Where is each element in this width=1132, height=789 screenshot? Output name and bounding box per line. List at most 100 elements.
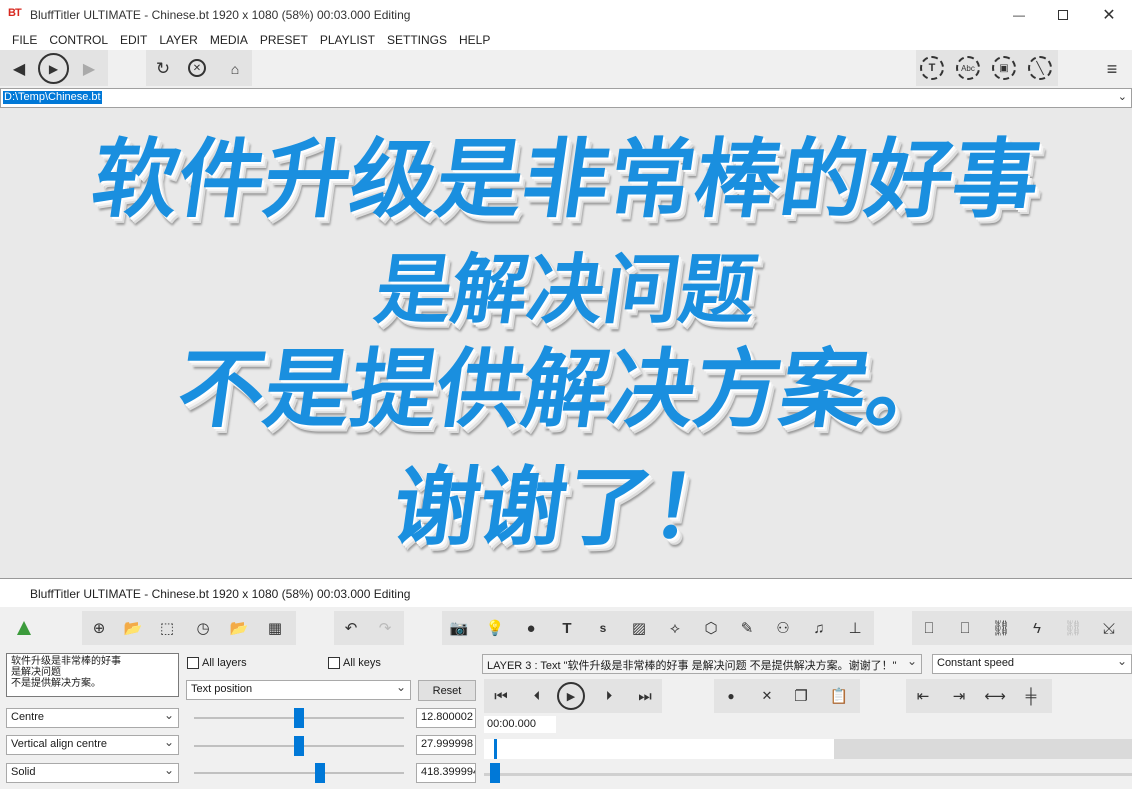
path-icon[interactable]: ⟡ xyxy=(660,611,690,645)
collapse-icon[interactable]: ⤩ xyxy=(1094,611,1124,645)
brush-icon[interactable]: ╲ xyxy=(1028,56,1052,80)
copy-icon[interactable]: ❐ xyxy=(786,679,816,713)
property-select[interactable]: Text position xyxy=(186,680,411,700)
style-select[interactable]: Solid xyxy=(6,763,179,783)
menu-media[interactable]: MEDIA xyxy=(204,33,254,47)
stop-icon[interactable]: ✕ xyxy=(188,59,206,77)
image-icon[interactable]: ▨ xyxy=(624,611,654,645)
paste-icon[interactable]: 📋 xyxy=(824,679,854,713)
skip-to-end-icon[interactable]: ⏭ xyxy=(630,679,660,713)
menu-layer[interactable]: LAYER xyxy=(153,33,203,47)
browser-group: ↻ ✕ ⌂ xyxy=(146,50,252,86)
keys-track[interactable] xyxy=(484,773,1132,776)
mark-in-icon[interactable]: ⇤ xyxy=(908,679,938,713)
y-slider-thumb[interactable] xyxy=(294,736,304,756)
music-icon[interactable]: ♫ xyxy=(804,611,834,645)
unlink-icon[interactable]: ⛓ xyxy=(1058,611,1088,645)
link-icon[interactable]: ⛓ xyxy=(986,611,1016,645)
panel-toolbar: ▲ ⊕ 📂 ⬚ ◷ 📂 ▦ ↶ ↷ 📷 💡 ● T s ▨ ⟡ ⬡ ✎ ⚇ ♫ … xyxy=(0,609,1132,649)
maximize-button[interactable] xyxy=(1040,0,1086,30)
back-icon[interactable]: ◀ xyxy=(8,58,30,80)
render-preview[interactable]: 软件升级是非常棒的好事 是解决问题 不是提供解决方案。 谢谢了！ xyxy=(0,108,1132,578)
delete-key-icon[interactable]: ✕ xyxy=(752,679,782,713)
y-value-field[interactable]: 27.999998 xyxy=(416,735,476,755)
play-icon[interactable]: ▶ xyxy=(557,682,585,710)
undo-icon[interactable]: ↶ xyxy=(336,611,366,645)
text-content-box[interactable]: 软件升级是非常棒的好事 是解决问题 不是提供解决方案。 xyxy=(6,653,179,697)
home-icon[interactable]: ⌂ xyxy=(224,58,246,80)
menu-control[interactable]: CONTROL xyxy=(43,33,114,47)
redo-icon[interactable]: ↷ xyxy=(370,611,400,645)
step-forward-icon[interactable]: ⏵ xyxy=(594,679,624,713)
layer-select[interactable]: LAYER 3 : Text "软件升级是非常棒的好事 是解决问题 不是提供解决… xyxy=(482,654,922,674)
reset-button[interactable]: Reset xyxy=(418,680,476,701)
record-icon[interactable]: ● xyxy=(716,679,746,713)
window-title: BluffTitler ULTIMATE - Chinese.bt 1920 x… xyxy=(30,8,411,22)
z-slider-track[interactable] xyxy=(194,772,404,774)
address-path[interactable]: D:\Temp\Chinese.bt xyxy=(3,91,102,104)
pencil-icon[interactable]: ✎ xyxy=(732,611,762,645)
open-folder-icon[interactable]: 📂 xyxy=(118,611,148,645)
timeline-cursor[interactable] xyxy=(494,739,497,759)
menu-preset[interactable]: PRESET xyxy=(254,33,314,47)
align-select[interactable]: Centre xyxy=(6,708,179,728)
speed-select-value: Constant speed xyxy=(937,657,1015,669)
cube-icon[interactable]: ⬡ xyxy=(696,611,726,645)
menu-bar: FILE CONTROL EDIT LAYER MEDIA PRESET PLA… xyxy=(0,30,1132,50)
step-back-icon[interactable]: ⏴ xyxy=(522,679,552,713)
all-layers-checkbox[interactable]: All layers xyxy=(187,657,247,669)
main-toolbar: ◀ ▶ ▶ ↻ ✕ ⌂ T Abc ▣ ╲ ≡ xyxy=(0,50,1132,88)
keys-slider-thumb[interactable] xyxy=(490,763,500,783)
layer-down-icon[interactable]: ⎕ xyxy=(950,611,980,645)
camera-icon[interactable]: 📷 xyxy=(444,611,474,645)
text-layer-icon[interactable]: T xyxy=(920,56,944,80)
particles-icon[interactable]: ● xyxy=(516,611,546,645)
z-value-field[interactable]: 418.399994 xyxy=(416,763,476,783)
all-keys-checkbox[interactable]: All keys xyxy=(328,657,381,669)
history-group: ↶ ↷ xyxy=(334,611,404,645)
address-bar[interactable]: D:\Temp\Chinese.bt ⌄ xyxy=(0,88,1132,108)
menu-file[interactable]: FILE xyxy=(6,33,43,47)
clock-icon[interactable]: ◷ xyxy=(188,611,218,645)
hamburger-menu-icon[interactable]: ≡ xyxy=(1098,58,1126,80)
shapes-icon[interactable]: ⚇ xyxy=(768,611,798,645)
mark-out-icon[interactable]: ⇥ xyxy=(944,679,974,713)
refresh-icon[interactable]: ↻ xyxy=(152,58,174,80)
timeline-track[interactable] xyxy=(484,739,1132,759)
menu-settings[interactable]: SETTINGS xyxy=(381,33,453,47)
menu-playlist[interactable]: PLAYLIST xyxy=(314,33,381,47)
menu-edit[interactable]: EDIT xyxy=(114,33,153,47)
timeline-range xyxy=(834,739,1132,759)
transport-group: ⏮ ⏴ ▶ ⏵ ⏭ xyxy=(484,679,662,713)
effect-icon[interactable]: ϟ xyxy=(1022,611,1052,645)
checkbox-box[interactable] xyxy=(187,657,199,669)
vertical-align-select[interactable]: Vertical align centre xyxy=(6,735,179,755)
film-icon[interactable]: ▦ xyxy=(260,611,290,645)
range-group: ⇤ ⇥ ⟷ ╪ xyxy=(906,679,1052,713)
light-icon[interactable]: 💡 xyxy=(480,611,510,645)
forward-icon[interactable]: ▶ xyxy=(78,58,100,80)
text-icon[interactable]: T xyxy=(552,611,582,645)
audio-level-icon[interactable]: ⊥ xyxy=(840,611,870,645)
close-button[interactable]: ✕ xyxy=(1086,0,1132,30)
crop-icon[interactable]: ⬚ xyxy=(152,611,182,645)
minimize-button[interactable]: — xyxy=(996,0,1042,30)
skip-to-start-icon[interactable]: ⏮ xyxy=(486,679,516,713)
split-icon[interactable]: ╪ xyxy=(1016,679,1046,713)
checkbox-box[interactable] xyxy=(328,657,340,669)
z-slider-thumb[interactable] xyxy=(315,763,325,783)
import-folder-icon[interactable]: 📂 xyxy=(224,611,254,645)
time-display[interactable]: 00:00.000 xyxy=(484,716,556,733)
chevron-down-icon[interactable]: ⌄ xyxy=(1118,90,1127,103)
play-icon[interactable]: ▶ xyxy=(38,53,69,84)
menu-help[interactable]: HELP xyxy=(453,33,496,47)
small-text-icon[interactable]: s xyxy=(588,611,618,645)
add-icon[interactable]: ⊕ xyxy=(84,611,114,645)
x-slider-thumb[interactable] xyxy=(294,708,304,728)
abc-icon[interactable]: Abc xyxy=(956,56,980,80)
speed-select[interactable]: Constant speed xyxy=(932,654,1132,674)
x-value-field[interactable]: 12.800002 xyxy=(416,708,476,728)
range-icon[interactable]: ⟷ xyxy=(980,679,1010,713)
picture-icon[interactable]: ▣ xyxy=(992,56,1016,80)
layer-up-icon[interactable]: ⎕ xyxy=(914,611,944,645)
